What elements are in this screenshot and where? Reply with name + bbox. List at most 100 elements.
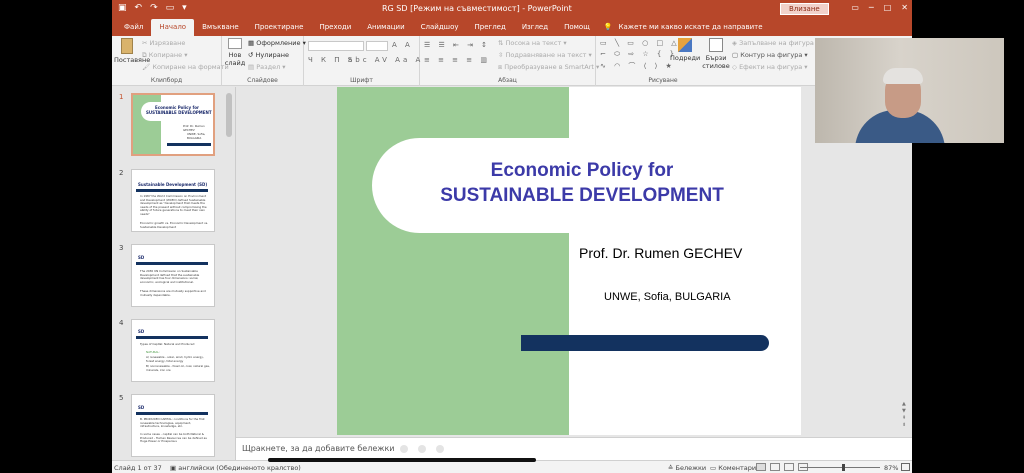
shape-fill-label: Запълване на фигура bbox=[739, 39, 814, 47]
align-text-label: Подравняване на текст bbox=[505, 51, 587, 59]
slide-title-line-1[interactable]: Economic Policy for bbox=[397, 160, 767, 182]
quick-styles-label-1: Бързи bbox=[705, 54, 727, 62]
notes-pane[interactable]: Щракнете, за да добавите бележки bbox=[236, 437, 912, 460]
meeting-horizontal-scrollbar[interactable] bbox=[268, 458, 536, 462]
thumbnail-body-3: A) renewable - solar, wind, hydro energy… bbox=[146, 356, 204, 363]
thumbnail-body-2: In some cases - capital can be both Natu… bbox=[140, 433, 207, 444]
cut-button[interactable]: ✂ Изрязване bbox=[142, 39, 185, 47]
list-icons[interactable]: ☰ ☰ ⇤ ⇥ ↕ bbox=[424, 41, 490, 49]
normal-view-icon[interactable] bbox=[756, 463, 766, 471]
tab-insert[interactable]: Вмъкване bbox=[194, 19, 247, 36]
customize-toolbar-icon[interactable]: ▾ bbox=[182, 3, 187, 13]
text-direction-button[interactable]: ⇅ Посока на текст ▾ bbox=[498, 39, 567, 47]
tell-me-search[interactable]: Кажете ми какво искате да направите bbox=[619, 19, 769, 36]
redo-icon[interactable]: ↷ bbox=[150, 3, 158, 13]
slideshow-start-icon[interactable]: ▭ bbox=[166, 3, 175, 13]
powerpoint-window: ▣ ↶ ↷ ▭ ▾ RG SD [Режим на съвместимост] … bbox=[112, 0, 912, 473]
quick-styles-button[interactable]: Бързи стилове bbox=[702, 38, 730, 70]
zoom-level[interactable]: 87% bbox=[884, 464, 898, 472]
ribbon-tabs: Файл Начало Вмъкване Проектиране Преходи… bbox=[112, 18, 912, 36]
slide-institution[interactable]: UNWE, Sofia, BULGARIA bbox=[604, 291, 731, 303]
thumbnail-body-1: B. PRODUCED CAPITAL: conditions for the … bbox=[140, 418, 205, 429]
thumbnail-body-2: NATURAL: bbox=[146, 350, 160, 354]
current-slide[interactable]: Economic Policy for SUSTAINABLE DEVELOPM… bbox=[337, 87, 801, 435]
slide-sorter-icon[interactable] bbox=[770, 463, 780, 471]
paste-button[interactable]: Поставяне bbox=[114, 38, 150, 64]
format-painter-button[interactable]: 🖌 Копиране на формати bbox=[142, 63, 229, 71]
comments-button[interactable]: ▭ Коментари bbox=[710, 464, 756, 472]
shape-outline-button[interactable]: ▢ Контур на фигура ▾ bbox=[732, 51, 808, 59]
zoom-slider[interactable] bbox=[800, 467, 880, 468]
tab-help[interactable]: Помощ bbox=[556, 19, 598, 36]
reset-button[interactable]: ↺ Нулиране bbox=[248, 51, 289, 59]
page-dot[interactable] bbox=[436, 445, 444, 453]
thumbnail-slide-3[interactable]: SD The 2030 UN Commission on Sustainable… bbox=[131, 244, 215, 307]
copy-button[interactable]: ⧉ Копиране ▾ bbox=[142, 51, 188, 60]
undo-icon[interactable]: ↶ bbox=[135, 3, 143, 13]
quick-access-toolbar: ▣ ↶ ↷ ▭ ▾ bbox=[118, 3, 187, 13]
shape-fill-button[interactable]: ◈ Запълване на фигура ▾ bbox=[732, 39, 819, 47]
save-icon[interactable]: ▣ bbox=[118, 3, 127, 13]
tab-home[interactable]: Начало bbox=[151, 19, 195, 36]
notes-placeholder: Щракнете, за да добавите бележки bbox=[242, 444, 395, 453]
shapes-gallery-icon[interactable]: ▭ ╲ ▭ ○ □ △ bbox=[600, 39, 680, 47]
shapes-gallery-row-3[interactable]: ∿ ◠ ⌒ ⟨ ⟩ ★ bbox=[600, 61, 675, 71]
thumbnail-body-1: Types of Capital: Natural and Produced bbox=[140, 343, 195, 346]
minimize-icon[interactable]: ─ bbox=[869, 3, 874, 12]
tab-review[interactable]: Преглед bbox=[467, 19, 514, 36]
thumbnail-slide-5[interactable]: SD B. PRODUCED CAPITAL: conditions for t… bbox=[131, 394, 215, 457]
slide-title-line-2[interactable]: SUSTAINABLE DEVELOPMENT bbox=[397, 185, 767, 207]
thumbnail-number: 4 bbox=[119, 319, 124, 327]
thumbnail-slide-1[interactable]: Economic Policy for SUSTAINABLE DEVELOPM… bbox=[131, 93, 215, 156]
font-effects-icon[interactable]: abc AV Aa A bbox=[348, 56, 423, 64]
page-dot[interactable] bbox=[400, 445, 408, 453]
lightbulb-icon: 💡 bbox=[603, 23, 613, 31]
tab-animations[interactable]: Анимации bbox=[359, 19, 412, 36]
thumbnail-number: 5 bbox=[119, 394, 124, 402]
maximize-icon[interactable]: □ bbox=[884, 3, 892, 12]
align-icons[interactable]: ≡ ≡ ≡ ≡ ▥ bbox=[424, 56, 490, 64]
quick-styles-icon bbox=[709, 38, 723, 52]
thumbnail-scrollbar[interactable] bbox=[226, 93, 232, 137]
ribbon-display-icon[interactable]: ▭ bbox=[851, 3, 859, 12]
new-slide-icon bbox=[228, 38, 242, 49]
thumbnail-body-2: These dimensions are mutually supportive… bbox=[140, 290, 206, 297]
thumbnail-slide-4[interactable]: SD Types of Capital: Natural and Produce… bbox=[131, 319, 215, 382]
tab-design[interactable]: Проектиране bbox=[247, 19, 312, 36]
new-slide-button[interactable]: Нов слайд bbox=[224, 38, 246, 67]
arrange-button[interactable]: Подреди bbox=[670, 38, 700, 62]
align-text-button[interactable]: ⇳ Подравняване на текст ▾ bbox=[498, 51, 592, 59]
tab-slideshow[interactable]: Слайдшоу bbox=[413, 19, 467, 36]
slide-author[interactable]: Prof. Dr. Rumen GECHEV bbox=[579, 245, 742, 261]
close-icon[interactable]: ✕ bbox=[901, 3, 908, 12]
thumbnail-slide-2[interactable]: Sustainable Development (SD) In 1987 the… bbox=[131, 169, 215, 232]
fit-to-window-icon[interactable] bbox=[901, 463, 910, 471]
thumbnail-body-2: Economic growth vs. Economic Development… bbox=[140, 222, 209, 229]
notes-button[interactable]: ≙ Бележки bbox=[668, 464, 706, 472]
language-indicator[interactable]: ▣ английски (Обединеното кралство) bbox=[170, 464, 301, 472]
thumbnail-bar bbox=[136, 412, 208, 415]
thumbnail-title: SD bbox=[138, 255, 145, 260]
thumbnail-title: SD bbox=[138, 329, 145, 334]
section-button[interactable]: ▤ Раздел ▾ bbox=[248, 63, 286, 71]
shape-effects-button[interactable]: ◇ Ефекти на фигура ▾ bbox=[732, 63, 808, 71]
slide-thumbnail-pane: 1 Economic Policy for SUSTAINABLE DEVELO… bbox=[112, 87, 236, 460]
font-size-grow-icon[interactable]: A A bbox=[392, 41, 413, 49]
tab-transitions[interactable]: Преходи bbox=[311, 19, 359, 36]
scroll-buttons[interactable]: ▲ ▼ ⇞ ⇟ bbox=[902, 401, 906, 429]
title-bar: ▣ ↶ ↷ ▭ ▾ RG SD [Режим на съвместимост] … bbox=[112, 0, 912, 18]
shapes-gallery-row-2[interactable]: ⌐ ⬭ ⇨ ☆ { } bbox=[600, 50, 677, 59]
tab-file[interactable]: Файл bbox=[116, 19, 151, 36]
reading-view-icon[interactable] bbox=[784, 463, 794, 471]
meeting-page-dots bbox=[400, 445, 444, 453]
thumbnail-bar bbox=[136, 189, 208, 192]
font-family-select[interactable] bbox=[308, 41, 364, 51]
webcam-video-tile[interactable] bbox=[815, 38, 1004, 143]
tab-view[interactable]: Изглед bbox=[514, 19, 556, 36]
layout-button[interactable]: ▦ Оформление ▾ bbox=[248, 39, 306, 47]
sign-in-button[interactable]: Влизане bbox=[780, 3, 829, 15]
zoom-slider-thumb[interactable] bbox=[841, 464, 845, 471]
font-size-select[interactable] bbox=[366, 41, 388, 51]
page-dot[interactable] bbox=[418, 445, 426, 453]
smartart-button[interactable]: ⧈ Преобразуване в SmartArt ▾ bbox=[498, 63, 599, 72]
